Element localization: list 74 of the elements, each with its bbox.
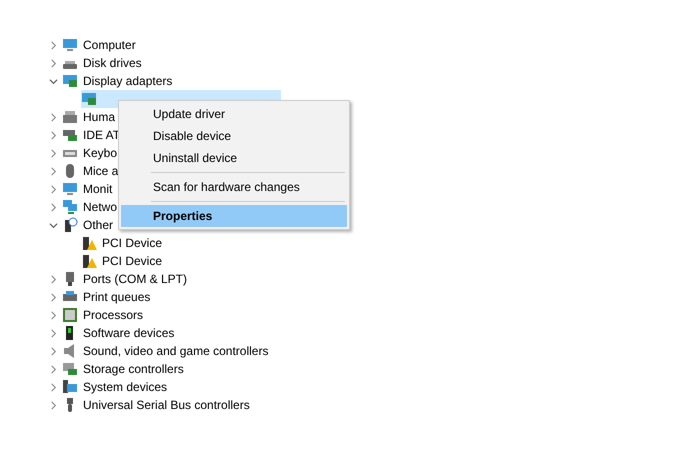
tree-item-label: Netwo	[83, 200, 118, 214]
expand-chevron-icon[interactable]	[48, 184, 58, 194]
device-icon	[62, 109, 78, 125]
tree-item-label: Print queues	[83, 290, 150, 304]
expand-chevron-icon[interactable]	[48, 346, 58, 356]
warning-icon	[81, 235, 97, 251]
menu-item[interactable]: Update driver	[121, 103, 347, 125]
tree-item[interactable]: PCI Device	[81, 252, 166, 270]
tree-item[interactable]: Mice a	[62, 162, 122, 180]
tree-item[interactable]: Netwo	[62, 198, 122, 216]
expand-chevron-icon[interactable]	[48, 112, 58, 122]
collapse-chevron-icon[interactable]	[48, 76, 58, 86]
tree-item[interactable]: Software devices	[62, 324, 178, 342]
tree-item[interactable]: Huma	[62, 108, 120, 126]
tree-item[interactable]: Other	[62, 216, 118, 234]
expand-chevron-icon[interactable]	[48, 274, 58, 284]
expand-chevron-icon[interactable]	[48, 292, 58, 302]
tree-item-label: Other	[83, 218, 114, 232]
expand-chevron-icon[interactable]	[48, 382, 58, 392]
tree-item-label: PCI Device	[102, 254, 162, 268]
expand-chevron-icon[interactable]	[48, 58, 58, 68]
expand-chevron-icon[interactable]	[48, 202, 58, 212]
expand-chevron-icon[interactable]	[48, 400, 58, 410]
tree-item[interactable]: Monit	[62, 180, 116, 198]
expand-chevron-icon[interactable]	[48, 40, 58, 50]
monitor-icon	[62, 37, 78, 53]
tree-item-label: Universal Serial Bus controllers	[83, 398, 250, 412]
tree-item-label: Sound, video and game controllers	[83, 344, 268, 358]
tree-item[interactable]: Print queues	[62, 288, 154, 306]
tree-item-label: Processors	[83, 308, 144, 322]
tree-item[interactable]: Computer	[62, 36, 140, 54]
menu-item[interactable]: Scan for hardware changes	[121, 176, 347, 198]
tree-item[interactable]: Universal Serial Bus controllers	[62, 396, 254, 414]
tree-item[interactable]: Processors	[62, 306, 148, 324]
computer-icon	[62, 379, 78, 395]
tree-item-label: Display adapters	[83, 74, 172, 88]
expand-chevron-icon[interactable]	[48, 310, 58, 320]
tree-item-label: Monit	[83, 182, 112, 196]
tree-item-label: System devices	[83, 380, 168, 394]
menu-item[interactable]: Uninstall device	[121, 147, 347, 169]
collapse-chevron-icon[interactable]	[48, 220, 58, 230]
tree-item-label: Disk drives	[83, 56, 142, 70]
tree-item-label: Computer	[83, 38, 136, 52]
tree-item[interactable]: Keybo	[62, 144, 122, 162]
tree-item-label: Storage controllers	[83, 362, 184, 376]
tree-item-label: Mice a	[83, 164, 118, 178]
tree-item-label: PCI Device	[102, 236, 162, 250]
monitor-icon	[62, 181, 78, 197]
chip-icon	[62, 307, 78, 323]
unknown-device-icon	[62, 217, 78, 233]
tree-item[interactable]: Ports (COM & LPT)	[62, 270, 192, 288]
controller-icon	[62, 127, 78, 143]
tree-item[interactable]: System devices	[62, 378, 172, 396]
expand-chevron-icon[interactable]	[48, 328, 58, 338]
display-card-icon	[81, 91, 97, 107]
storage-icon	[62, 361, 78, 377]
expand-chevron-icon[interactable]	[48, 166, 58, 176]
tree-item[interactable]: Storage controllers	[62, 360, 188, 378]
expand-chevron-icon[interactable]	[48, 148, 58, 158]
tree-item[interactable]: Display adapters	[62, 72, 176, 90]
menu-item[interactable]: Properties	[121, 205, 347, 227]
tree-item-label: Huma	[83, 110, 116, 124]
tree-item[interactable]: Disk drives	[62, 54, 146, 72]
tree-item-label: Software devices	[83, 326, 174, 340]
tree-item-label: Keybo	[83, 146, 118, 160]
warning-icon	[81, 253, 97, 269]
tree-item[interactable]: PCI Device	[81, 234, 166, 252]
expand-chevron-icon[interactable]	[48, 364, 58, 374]
tree-item[interactable]: Sound, video and game controllers	[62, 342, 272, 360]
tree-item-label: IDE AT	[83, 128, 120, 142]
network-icon	[62, 199, 78, 215]
expand-chevron-icon[interactable]	[48, 130, 58, 140]
display-card-icon	[62, 73, 78, 89]
tree-item-label: Ports (COM & LPT)	[83, 272, 188, 286]
